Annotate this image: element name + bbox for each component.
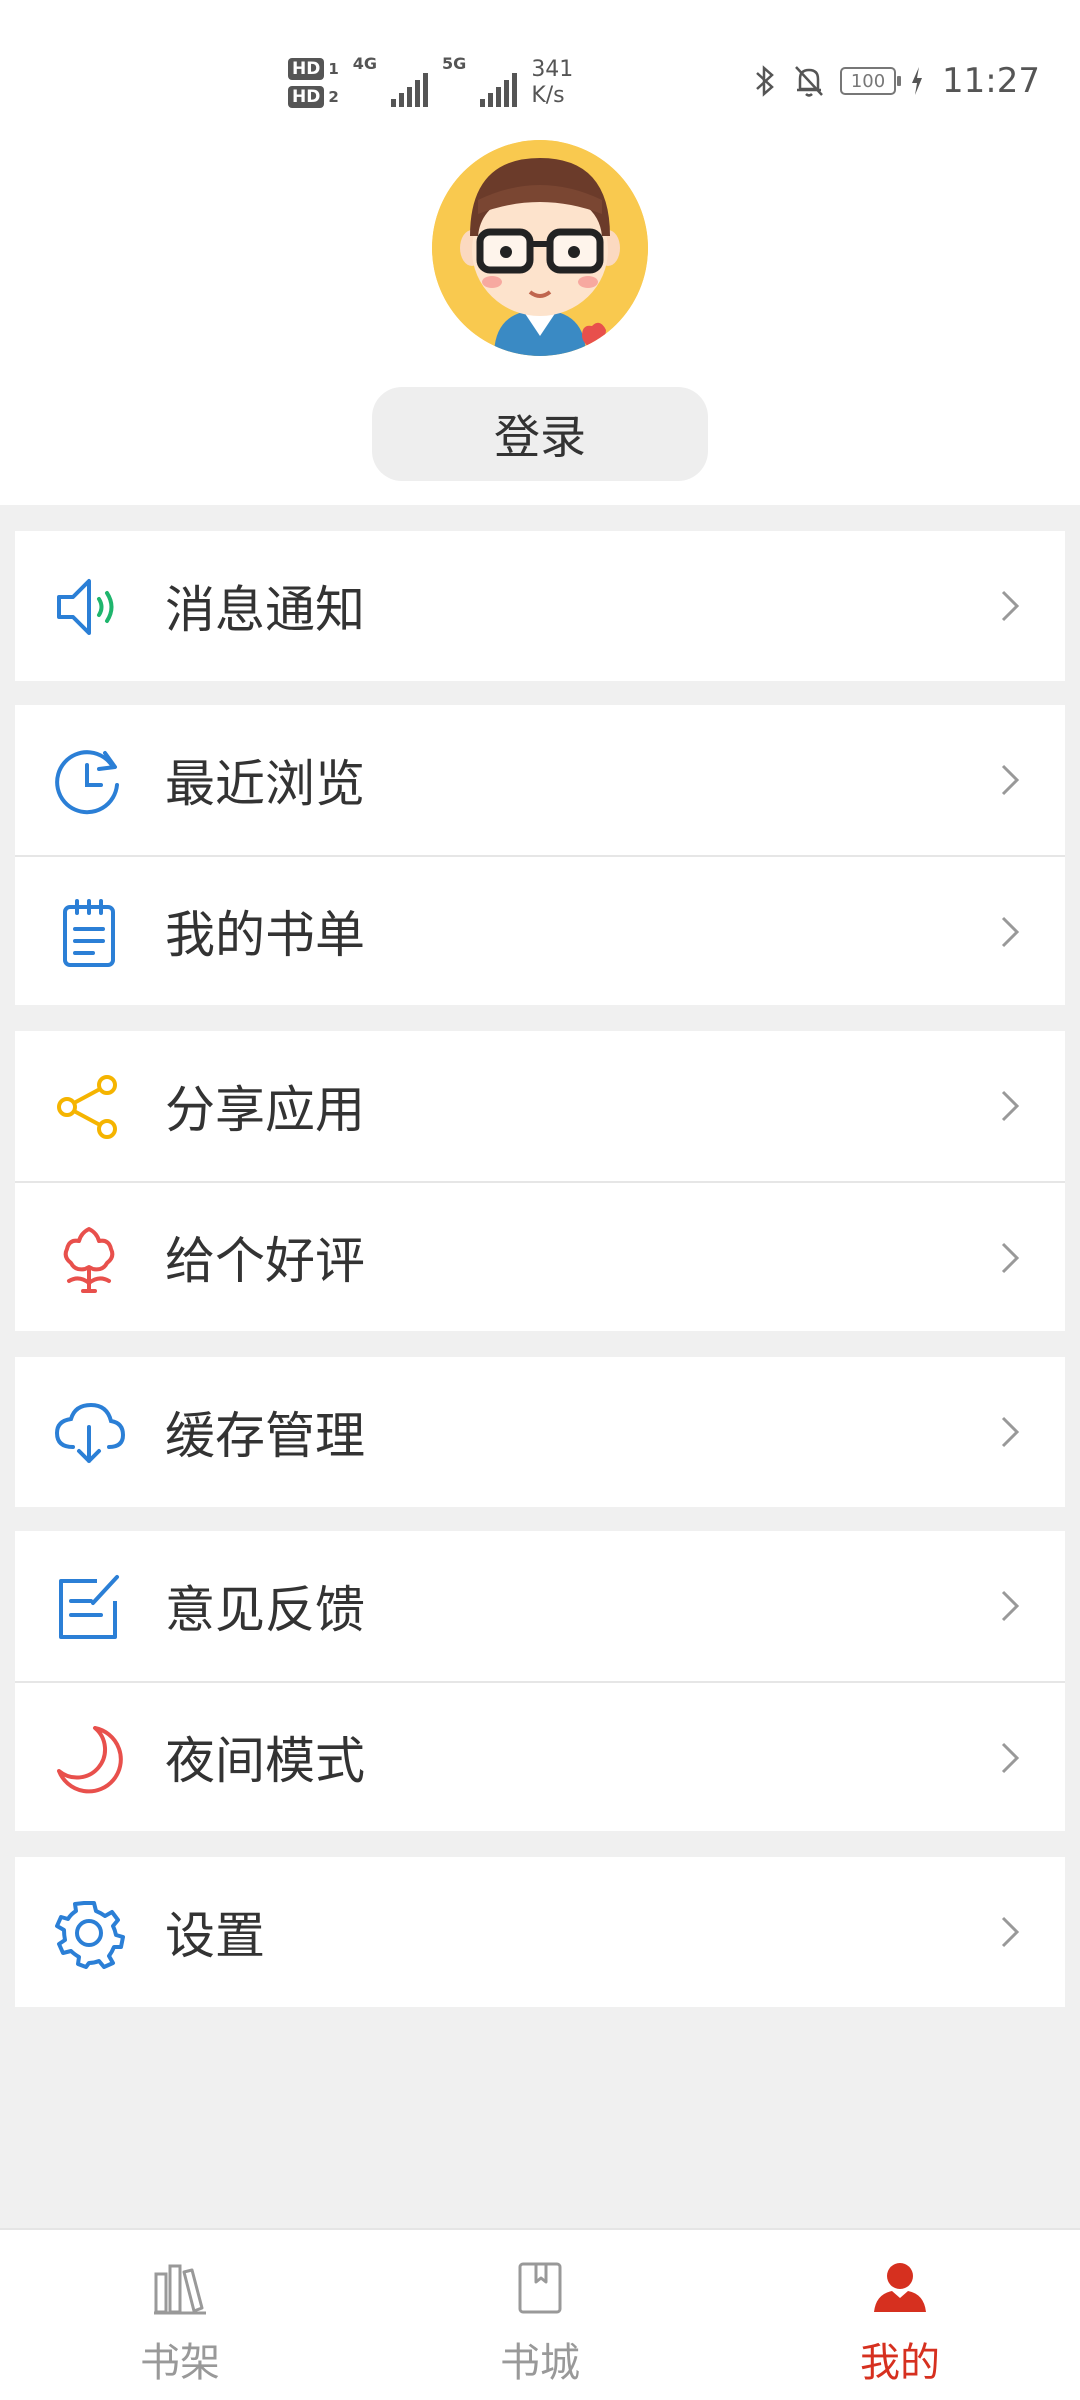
login-button[interactable]: 登录 [372, 387, 708, 481]
network-speed: 341 K/s [531, 57, 573, 109]
tab-mine[interactable]: 我的 [720, 2230, 1080, 2400]
chevron-right-icon [1001, 1242, 1020, 1274]
tab-bookstore[interactable]: 书城 [360, 2230, 720, 2400]
menu-item-rate-app[interactable]: 给个好评 [15, 1181, 1065, 1331]
menu-item-night-mode[interactable]: 夜间模式 [15, 1681, 1065, 1831]
chevron-right-icon [1001, 764, 1020, 796]
notepad-icon [63, 899, 115, 967]
menu-item-recent-browsing[interactable]: 最近浏览 [15, 705, 1065, 855]
share-icon [57, 1075, 117, 1139]
menu-group-cache: 缓存管理 [15, 1357, 1065, 1507]
menu-label: 设置 [165, 1907, 265, 1965]
bell-muted-icon [795, 66, 823, 97]
menu-group-feedback: 意见反馈 夜间模式 [15, 1531, 1065, 1831]
signal-bars-icon [391, 73, 429, 107]
hd1-number: 1 [328, 60, 339, 78]
chevron-right-icon [1001, 1090, 1020, 1122]
chevron-right-icon [1001, 1916, 1020, 1948]
signal-bars-icon [480, 73, 518, 107]
hd2-badge: HD [288, 86, 325, 108]
charging-bolt-icon [912, 67, 923, 95]
tab-label: 书架 [140, 2340, 220, 2386]
feedback-edit-icon [59, 1575, 119, 1639]
profile-page: HD 1 HD 2 4G 5G 341 K/s 100 11:27 登录 消息通… [0, 0, 1080, 2400]
menu-item-notifications[interactable]: 消息通知 [15, 531, 1065, 681]
menu-item-share-app[interactable]: 分享应用 [15, 1031, 1065, 1181]
menu-label: 缓存管理 [165, 1407, 365, 1465]
menu-label: 我的书单 [165, 906, 365, 964]
chevron-right-icon [1001, 1590, 1020, 1622]
cartoon-avatar-icon [432, 140, 648, 356]
flower-icon [63, 1227, 115, 1293]
menu-label: 最近浏览 [165, 755, 365, 813]
menu-label: 分享应用 [165, 1081, 365, 1139]
bookshelf-icon [154, 2264, 206, 2315]
network-4g-label: 4G [352, 54, 378, 73]
chevron-right-icon [1001, 1742, 1020, 1774]
status-right: 100 11:27 [752, 56, 1040, 106]
menu-item-settings[interactable]: 设置 [15, 1857, 1065, 2007]
person-icon [874, 2263, 926, 2312]
tab-label: 书城 [500, 2340, 580, 2386]
menu-label: 意见反馈 [165, 1581, 365, 1639]
clock-history-icon [55, 750, 119, 815]
profile-header: 登录 [0, 140, 1080, 505]
menu-item-feedback[interactable]: 意见反馈 [15, 1531, 1065, 1681]
status-bar: HD 1 HD 2 4G 5G 341 K/s 100 11:27 [0, 0, 1080, 140]
status-left: HD 1 HD 2 4G 5G 341 K/s [288, 48, 573, 118]
bluetooth-icon [756, 65, 774, 97]
menu-group-notifications: 消息通知 [15, 531, 1065, 681]
menu-item-cache-management[interactable]: 缓存管理 [15, 1357, 1065, 1507]
chevron-right-icon [1001, 1416, 1020, 1448]
book-icon [518, 2262, 562, 2314]
hd1-badge: HD [288, 58, 325, 80]
menu-label: 消息通知 [165, 581, 365, 639]
menu-item-my-booklist[interactable]: 我的书单 [15, 855, 1065, 1005]
cloud-download-icon [54, 1402, 125, 1463]
clock: 11:27 [942, 61, 1040, 101]
hd-indicators: HD 1 HD 2 [288, 58, 339, 108]
menu-group-share: 分享应用 给个好评 [15, 1031, 1065, 1331]
chevron-right-icon [1001, 916, 1020, 948]
avatar[interactable] [432, 140, 648, 356]
speed-value: 341 [531, 57, 574, 82]
menu-label: 给个好评 [165, 1232, 365, 1290]
tab-label: 我的 [860, 2340, 940, 2386]
bottom-navigation: 书架 书城 我的 [0, 2228, 1080, 2400]
speaker-icon [57, 579, 114, 635]
battery-indicator: 100 [840, 67, 902, 95]
chevron-right-icon [1001, 590, 1020, 622]
speed-unit: K/s [531, 83, 565, 108]
hd2-number: 2 [328, 88, 339, 106]
tab-bookshelf[interactable]: 书架 [0, 2230, 360, 2400]
moon-icon [57, 1726, 123, 1794]
gear-icon [55, 1901, 125, 1969]
menu-label: 夜间模式 [165, 1732, 365, 1790]
menu-group-history: 最近浏览 我的书单 [15, 705, 1065, 1005]
menu-group-settings: 设置 [15, 1857, 1065, 2007]
network-5g-label: 5G [442, 54, 467, 73]
